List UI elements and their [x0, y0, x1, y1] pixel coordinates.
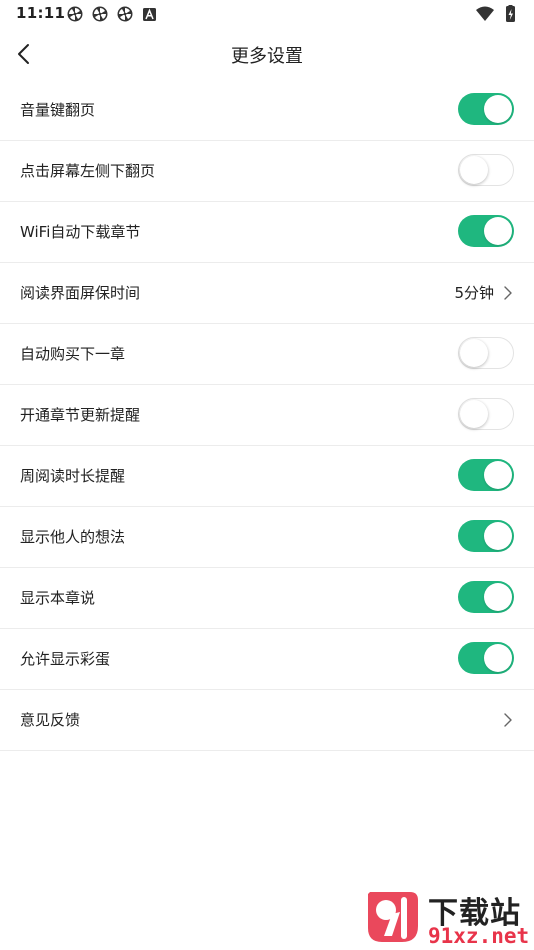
setting-label: 点击屏幕左侧下翻页 [20, 162, 156, 180]
toggle-knob [484, 95, 512, 123]
weekly-reading-reminder-toggle[interactable] [458, 459, 514, 491]
setting-label: 开通章节更新提醒 [20, 406, 141, 424]
status-right-icons [476, 5, 515, 22]
pinwheel-icon [92, 6, 108, 22]
pinwheel-icon [67, 6, 83, 22]
chevron-right-icon [504, 713, 512, 727]
status-time: 11:11 [16, 4, 66, 22]
setting-row-auto-buy-next-chapter: 自动购买下一章 [0, 324, 534, 385]
setting-row-show-others-thoughts: 显示他人的想法 [0, 507, 534, 568]
toggle-knob [484, 644, 512, 672]
show-chapter-comments-toggle[interactable] [458, 581, 514, 613]
setting-row-show-chapter-comments: 显示本章说 [0, 568, 534, 629]
watermark-sub-text: 91xz.net [428, 924, 530, 948]
setting-row-chapter-update-reminder: 开通章节更新提醒 [0, 385, 534, 446]
toggle-knob [460, 399, 488, 428]
toggle-knob [460, 155, 488, 184]
toggle-knob [484, 522, 512, 550]
setting-label: 周阅读时长提醒 [20, 467, 126, 485]
volume-key-page-turn-toggle[interactable] [458, 93, 514, 125]
setting-row-tap-left-page-down: 点击屏幕左侧下翻页 [0, 141, 534, 202]
auto-buy-next-chapter-toggle[interactable] [458, 337, 514, 369]
setting-label: 阅读界面屏保时间 [20, 284, 141, 302]
setting-label: 允许显示彩蛋 [20, 650, 111, 668]
wifi-icon [476, 6, 494, 21]
battery-charging-icon [506, 5, 515, 22]
settings-list: 音量键翻页 点击屏幕左侧下翻页 WiFi自动下载章节 阅读界面屏保时间 5分钟 … [0, 80, 534, 751]
setting-label: 自动购买下一章 [20, 345, 126, 363]
toggle-knob [484, 461, 512, 489]
setting-label: 显示本章说 [20, 589, 96, 607]
setting-label: WiFi自动下载章节 [20, 223, 141, 241]
watermark-logo-icon [368, 892, 418, 942]
setting-row-wifi-auto-download: WiFi自动下载章节 [0, 202, 534, 263]
pinwheel-icon [117, 6, 133, 22]
setting-row-volume-key-page-turn: 音量键翻页 [0, 80, 534, 141]
tap-left-page-down-toggle[interactable] [458, 154, 514, 186]
toggle-knob [460, 338, 488, 367]
show-others-thoughts-toggle[interactable] [458, 520, 514, 552]
page-title: 更多设置 [231, 46, 303, 67]
allow-easter-eggs-toggle[interactable] [458, 642, 514, 674]
setting-row-feedback[interactable]: 意见反馈 [0, 690, 534, 751]
header: 更多设置 [0, 30, 534, 78]
setting-row-screensaver-time[interactable]: 阅读界面屏保时间 5分钟 [0, 263, 534, 324]
watermark: 下载站 91xz.net [362, 884, 534, 950]
toggle-knob [484, 217, 512, 245]
setting-label: 意见反馈 [20, 711, 81, 729]
chapter-update-reminder-toggle[interactable] [458, 398, 514, 430]
setting-row-allow-easter-eggs: 允许显示彩蛋 [0, 629, 534, 690]
setting-row-weekly-reading-reminder: 周阅读时长提醒 [0, 446, 534, 507]
a-letter-icon [143, 8, 156, 21]
toggle-knob [484, 583, 512, 611]
status-bar: 11:11 [0, 0, 534, 28]
wifi-auto-download-toggle[interactable] [458, 215, 514, 247]
screensaver-time-value: 5分钟 [454, 284, 494, 302]
setting-label: 显示他人的想法 [20, 528, 126, 546]
chevron-right-icon [504, 286, 512, 300]
setting-label: 音量键翻页 [20, 101, 96, 119]
